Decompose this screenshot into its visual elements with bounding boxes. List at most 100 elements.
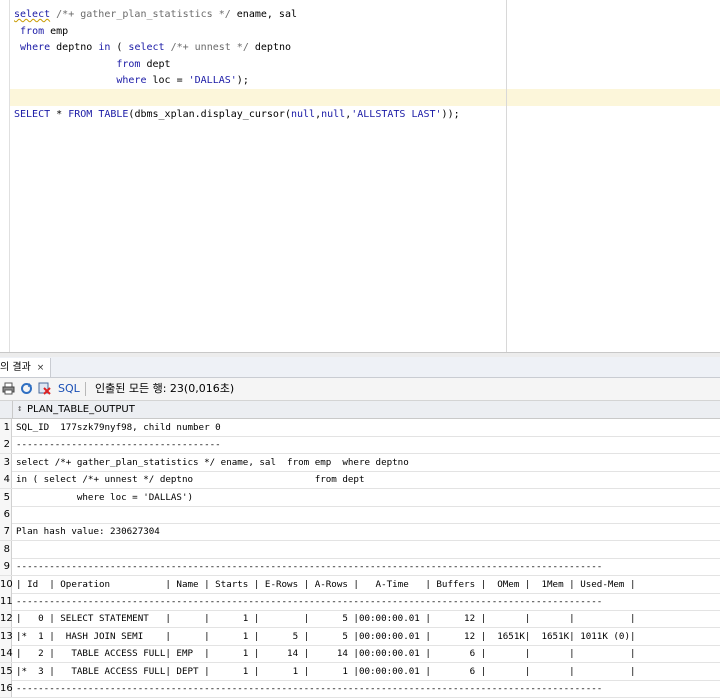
plan-output-cell[interactable]: | 2 | TABLE ACCESS FULL| EMP | 1 | 14 | …	[16, 645, 636, 662]
code-token: 'ALLSTATS LAST'	[351, 108, 442, 120]
code-token: (	[110, 42, 129, 54]
table-row[interactable]: 5 where loc = 'DALLAS')	[0, 488, 720, 507]
code-token: from	[20, 25, 45, 37]
table-row[interactable]: 16 --------------------------------------…	[0, 680, 720, 698]
code-token: where	[20, 42, 51, 54]
editor-gutter	[9, 0, 10, 352]
row-number: 14	[0, 645, 13, 663]
code-token: ename, sal	[230, 9, 297, 20]
row-number: 1	[0, 419, 12, 436]
row-number: 13	[0, 627, 13, 645]
row-number: 12	[0, 610, 13, 628]
table-row[interactable]: 9 ---------------------------------------…	[0, 558, 720, 577]
sort-icon[interactable]: ↕	[17, 404, 22, 414]
row-number: 2	[0, 436, 12, 454]
sql-editor[interactable]: select /*+ gather_plan_statistics */ ena…	[0, 0, 720, 352]
plan-output-cell[interactable]: | Id | Operation | Name | Starts | E-Row…	[16, 576, 636, 593]
sql-button[interactable]: SQL	[58, 378, 80, 400]
code-token: select	[14, 9, 51, 20]
row-number: 15	[0, 662, 13, 680]
code-line[interactable]: from emp	[14, 23, 68, 40]
code-token: SELECT	[14, 108, 51, 120]
row-number: 4	[0, 471, 12, 489]
plan-output-cell[interactable]: select /*+ gather_plan_statistics */ ena…	[16, 454, 409, 471]
code-token: (dbms_xplan.display_cursor(	[128, 108, 291, 120]
code-token: null	[321, 108, 346, 120]
table-row[interactable]: 1 SQL_ID 177szk79nyf98, child number 0	[0, 419, 720, 437]
row-number: 11	[0, 593, 13, 610]
plan-output-cell[interactable]: ----------------------------------------…	[16, 593, 602, 610]
table-row[interactable]: 7 Plan hash value: 230627304	[0, 523, 720, 542]
code-token: FROM	[68, 108, 93, 120]
toolbar-divider	[85, 382, 86, 396]
close-icon[interactable]: ×	[37, 363, 45, 373]
plan-output-cell[interactable]: SQL_ID 177szk79nyf98, child number 0	[16, 419, 221, 436]
print-icon[interactable]	[2, 382, 15, 395]
table-row[interactable]: 2 -------------------------------------	[0, 436, 720, 455]
table-row[interactable]: 14 | 2 | TABLE ACCESS FULL| EMP | 1 | 14 …	[0, 645, 720, 664]
tab-query-result[interactable]: 의 결과 ×	[0, 358, 52, 377]
table-row[interactable]: 12 | 0 | SELECT STATEMENT | | 1 | | 5 |00…	[0, 610, 720, 629]
table-row[interactable]: 6	[0, 506, 720, 524]
code-line[interactable]: where loc = 'DALLAS');	[14, 72, 249, 89]
refresh-icon[interactable]	[20, 382, 33, 395]
plan-output-cell[interactable]: Plan hash value: 230627304	[16, 523, 160, 540]
tab-label: 의 결과	[0, 362, 31, 373]
plan-output-cell[interactable]: | 0 | SELECT STATEMENT | | 1 | | 5 |00:0…	[16, 610, 636, 627]
code-token: 'DALLAS'	[188, 75, 237, 87]
plan-output-cell[interactable]: -------------------------------------	[16, 436, 221, 453]
code-token: dept	[140, 58, 171, 70]
plan-output-cell[interactable]: where loc = 'DALLAS')	[16, 489, 193, 506]
editor-right-margin	[506, 0, 507, 352]
code-token: );	[236, 75, 249, 87]
row-number: 5	[0, 488, 12, 506]
code-token: TABLE	[98, 108, 129, 120]
code-token: in	[98, 42, 111, 54]
code-token: deptno	[248, 42, 292, 54]
row-number: 8	[0, 540, 12, 558]
code-line[interactable]: select /*+ gather_plan_statistics */ ena…	[14, 6, 297, 23]
code-line[interactable]: SELECT * FROM TABLE(dbms_xplan.display_c…	[14, 106, 460, 123]
code-token: /*+ unnest */	[170, 42, 249, 54]
row-number: 10	[0, 575, 13, 593]
code-token: select	[128, 42, 165, 54]
code-token: null	[290, 108, 316, 120]
table-row[interactable]: 11 --------------------------------------…	[0, 593, 720, 611]
code-token: *	[50, 108, 69, 120]
cancel-query-icon[interactable]	[38, 382, 51, 395]
grid-header: ↕ PLAN_TABLE_OUTPUT	[0, 401, 720, 419]
results-grid[interactable]: ↕ PLAN_TABLE_OUTPUT 1 SQL_ID 177szk79nyf9…	[0, 401, 720, 698]
plan-output-cell[interactable]: ----------------------------------------…	[16, 558, 602, 575]
code-token: loc =	[146, 75, 189, 87]
table-row[interactable]: 4 in ( select /*+ unnest */ deptno from d…	[0, 471, 720, 490]
fetch-status: 인출된 모든 행: 23(0,016초)	[95, 382, 235, 395]
code-token: ));	[441, 108, 460, 120]
code-line[interactable]: from dept	[14, 56, 171, 73]
row-number: 9	[0, 558, 12, 576]
row-number: 6	[0, 506, 12, 523]
code-token: deptno	[50, 42, 99, 54]
row-number: 16	[0, 680, 13, 697]
code-line[interactable]: where deptno in ( select /*+ unnest */ d…	[14, 39, 291, 56]
results-tab-bar: 의 결과 ×	[0, 357, 720, 378]
plan-output-cell[interactable]: |* 1 | HASH JOIN SEMI | | 1 | 5 | 5 |00:…	[16, 628, 636, 645]
code-token: /*+ gather_plan_statistics */	[56, 9, 231, 20]
table-row[interactable]: 13 |* 1 | HASH JOIN SEMI | | 1 | 5 | 5 |0…	[0, 627, 720, 646]
code-token: emp	[44, 25, 69, 37]
table-row[interactable]: 8	[0, 540, 720, 559]
current-line-highlight	[10, 89, 720, 106]
column-header-label: PLAN_TABLE_OUTPUT	[27, 404, 135, 415]
code-token: where	[116, 75, 147, 87]
table-row[interactable]: 3 select /*+ gather_plan_statistics */ en…	[0, 453, 720, 472]
row-number: 3	[0, 453, 12, 471]
row-number: 7	[0, 523, 12, 541]
table-row[interactable]: 15 |* 3 | TABLE ACCESS FULL| DEPT | 1 | 1…	[0, 662, 720, 681]
column-header-plan-table-output[interactable]: ↕ PLAN_TABLE_OUTPUT	[12, 401, 720, 418]
plan-output-cell[interactable]: ----------------------------------------…	[16, 680, 602, 697]
results-toolbar: SQL 인출된 모든 행: 23(0,016초)	[0, 378, 720, 401]
table-row[interactable]: 10 | Id | Operation | Name | Starts | E-R…	[0, 575, 720, 594]
plan-output-cell[interactable]: in ( select /*+ unnest */ deptno from de…	[16, 471, 364, 488]
plan-output-cell[interactable]: |* 3 | TABLE ACCESS FULL| DEPT | 1 | 1 |…	[16, 663, 636, 680]
